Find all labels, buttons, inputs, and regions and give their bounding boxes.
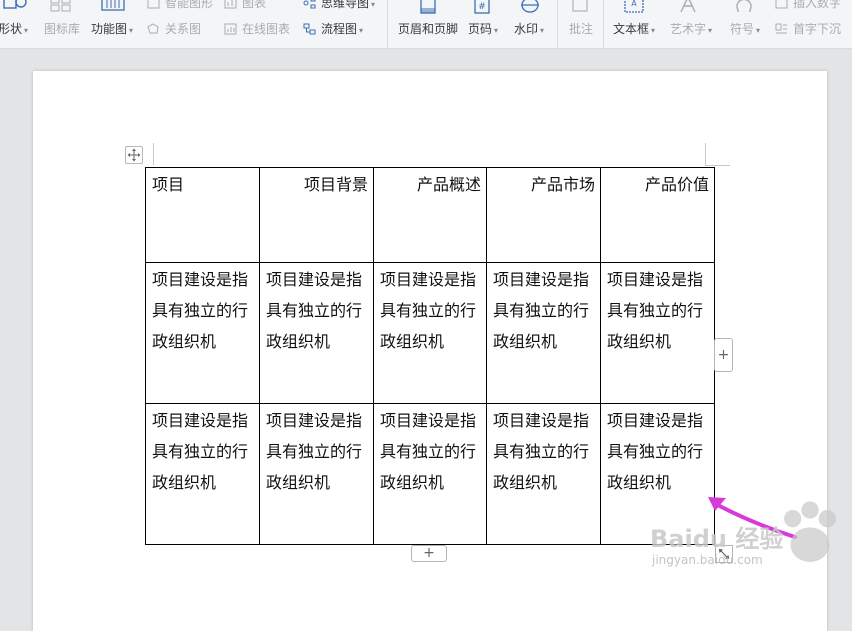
smart-graphic-icon [147, 0, 161, 9]
relationship-chart-icon [147, 23, 161, 35]
table-header-cell[interactable]: 项目 [145, 167, 260, 263]
smart-graphic-button[interactable]: 智能图形 [147, 0, 213, 10]
table-header-row: 项目 项目背景 产品概述 产品市场 产品价值 [145, 167, 715, 263]
table-cell[interactable]: 项目建设是指具有独立的行政组织机 [373, 403, 487, 545]
chart-icon [224, 0, 238, 9]
text-box-icon[interactable]: A [623, 0, 645, 16]
table-header-cell[interactable]: 项目背景 [259, 167, 374, 263]
table-header-cell[interactable]: 产品价值 [600, 167, 715, 263]
chevron-down-icon: ▾ [129, 26, 134, 35]
comment-icon[interactable] [570, 0, 590, 16]
word-art-icon[interactable] [677, 0, 699, 16]
insert-number-button[interactable]: 插入数字 [775, 0, 841, 10]
margin-mark [705, 165, 730, 166]
chevron-down-icon: ▾ [708, 26, 713, 35]
table-cell[interactable]: 项目建设是指具有独立的行政组织机 [259, 262, 374, 404]
ribbon-separator [603, 0, 604, 48]
text-box-button[interactable]: 文本框 ▾ [613, 22, 655, 38]
document-table[interactable]: 项目 项目背景 产品概述 产品市场 产品价值 项目建设是指具有独立的行政组织机 … [145, 167, 715, 545]
table-row: 项目建设是指具有独立的行政组织机 项目建设是指具有独立的行政组织机 项目建设是指… [145, 403, 715, 545]
relationship-chart-button[interactable]: 关系图 [147, 22, 201, 36]
table-cell[interactable]: 项目建设是指具有独立的行政组织机 [373, 262, 487, 404]
ribbon-toolbar: 智能图形 图表 思维导图 ▾ # A 插入数字 形状 ▾ 图标库 功能图 ▾ 关… [0, 0, 852, 49]
function-chart-button[interactable]: 功能图 ▾ [91, 22, 133, 38]
ribbon-separator [387, 0, 388, 48]
symbol-button[interactable]: 符号 ▾ [730, 22, 760, 38]
flowchart-icon [303, 23, 317, 35]
table-move-handle[interactable] [125, 146, 143, 164]
table-cell[interactable]: 项目建设是指具有独立的行政组织机 [259, 403, 374, 545]
comment-button[interactable]: 批注 [569, 22, 593, 36]
header-footer-button[interactable]: 页眉和页脚 [398, 22, 458, 36]
insert-number-icon [775, 0, 789, 9]
chevron-down-icon: ▾ [540, 26, 545, 35]
svg-text:A: A [631, 0, 637, 8]
table-cell[interactable]: 项目建设是指具有独立的行政组织机 [145, 403, 260, 545]
page-number-icon[interactable]: # [472, 0, 492, 16]
chevron-down-icon: ▾ [756, 26, 761, 35]
online-chart-icon [224, 23, 238, 35]
symbol-icon[interactable] [733, 0, 755, 16]
table-cell[interactable]: 项目建设是指具有独立的行政组织机 [486, 403, 601, 545]
chevron-down-icon: ▾ [494, 26, 499, 35]
online-chart-button[interactable]: 在线图表 [224, 22, 290, 36]
ribbon-separator [557, 0, 558, 48]
drop-cap-button[interactable]: 首字下沉 [775, 22, 841, 36]
header-footer-icon[interactable] [418, 0, 438, 16]
chevron-down-icon: ▾ [651, 26, 656, 35]
flowchart-button[interactable]: 流程图 ▾ [303, 22, 363, 38]
document-canvas: 项目 项目背景 产品概述 产品市场 产品价值 项目建设是指具有独立的行政组织机 … [0, 49, 852, 631]
shape-icon[interactable] [2, 0, 28, 12]
watermark-button[interactable]: 水印 ▾ [514, 22, 544, 38]
shape-button[interactable]: 形状 ▾ [0, 22, 28, 38]
add-row-button[interactable]: + [411, 545, 447, 562]
margin-mark [705, 143, 706, 165]
move-icon [127, 148, 141, 162]
mind-map-icon [303, 0, 317, 9]
drop-cap-icon [775, 23, 789, 35]
page-number-button[interactable]: 页码 ▾ [468, 22, 498, 38]
watermark-text: Baidu 经验 [650, 525, 784, 553]
chevron-down-icon: ▾ [24, 26, 29, 35]
mind-map-button[interactable]: 思维导图 ▾ [303, 0, 375, 12]
table-cell[interactable]: 项目建设是指具有独立的行政组织机 [145, 262, 260, 404]
table-cell[interactable]: 项目建设是指具有独立的行政组织机 [600, 262, 715, 404]
chevron-down-icon: ▾ [371, 0, 376, 9]
svg-text:#: # [478, 2, 486, 12]
word-art-button[interactable]: 艺术字 ▾ [670, 22, 712, 38]
table-header-cell[interactable]: 产品概述 [373, 167, 487, 263]
table-header-cell[interactable]: 产品市场 [486, 167, 601, 263]
table-row: 项目建设是指具有独立的行政组织机 项目建设是指具有独立的行政组织机 项目建设是指… [145, 262, 715, 404]
watermark-url: jingyan.baidu.com [652, 553, 763, 567]
table-cell[interactable]: 项目建设是指具有独立的行政组织机 [486, 262, 601, 404]
icon-library-icon[interactable] [50, 0, 72, 12]
add-column-button[interactable]: + [714, 338, 733, 372]
margin-mark [153, 143, 154, 165]
icon-library-button[interactable]: 图标库 [44, 22, 80, 36]
chevron-down-icon: ▾ [359, 26, 364, 35]
function-chart-icon[interactable] [101, 0, 125, 14]
watermark-icon[interactable] [519, 0, 541, 16]
chart-button[interactable]: 图表 [224, 0, 266, 10]
